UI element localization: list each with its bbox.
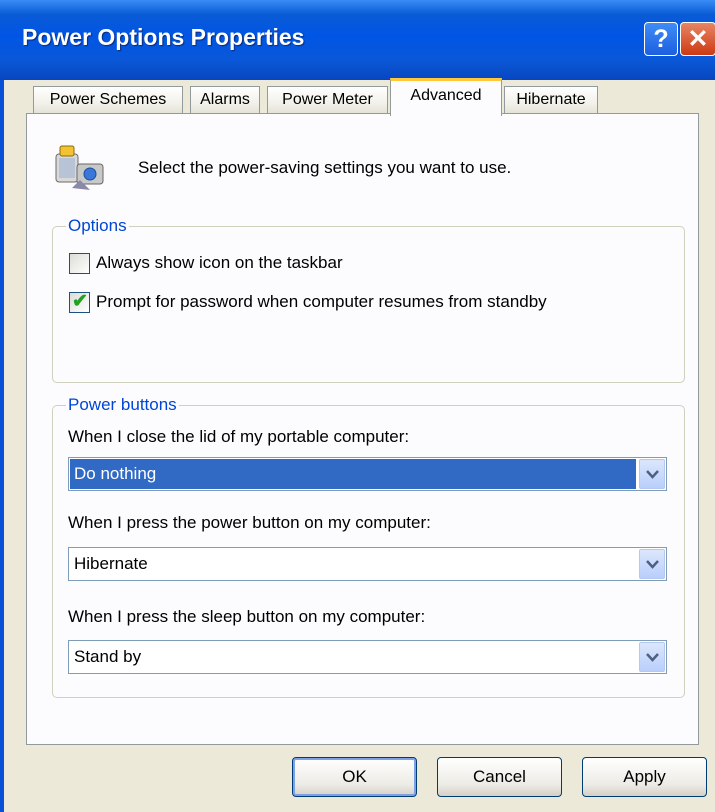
lid-action-dropdown[interactable]: Do nothing [68,457,667,491]
tab-advanced[interactable]: Advanced [390,78,502,116]
sleep-button-action-label: When I press the sleep button on my comp… [68,607,426,626]
options-group-label: Options [66,216,129,236]
title-bar[interactable]: Power Options Properties ? ✕ [0,0,715,80]
power-options-window: Power Options Properties ? ✕ Power Schem… [0,0,715,812]
checkmark-icon: ✔ [72,291,88,312]
sleep-button-action-value: Stand by [74,647,142,666]
ok-button[interactable]: OK [292,757,417,797]
window-title: Power Options Properties [22,24,305,50]
lid-action-value: Do nothing [70,459,636,489]
lid-action-label: When I close the lid of my portable comp… [68,427,410,446]
close-icon: ✕ [687,25,709,53]
chevron-down-icon[interactable] [639,642,665,672]
prompt-password-label[interactable]: Prompt for password when computer resume… [96,292,547,312]
prompt-password-checkbox[interactable]: ✔ [69,291,90,313]
cancel-button[interactable]: Cancel [437,757,562,797]
help-icon: ? [653,25,669,53]
help-button[interactable]: ? [644,22,678,56]
tab-power-schemes[interactable]: Power Schemes [33,86,183,114]
close-button[interactable]: ✕ [680,22,715,56]
chevron-down-icon[interactable] [639,549,665,579]
tab-power-meter[interactable]: Power Meter [267,86,388,114]
sleep-button-action-dropdown[interactable]: Stand by [68,640,667,674]
power-buttons-group-label: Power buttons [66,395,179,415]
apply-button[interactable]: Apply [582,757,707,797]
window-frame [0,80,4,812]
power-options-icon [50,140,112,196]
power-button-action-label: When I press the power button on my comp… [68,513,431,532]
power-button-action-dropdown[interactable]: Hibernate [68,547,667,581]
header-description: Select the power-saving settings you wan… [138,158,512,177]
chevron-down-icon[interactable] [639,459,665,489]
tab-hibernate[interactable]: Hibernate [504,86,598,114]
tab-alarms[interactable]: Alarms [190,86,260,114]
always-show-icon-label[interactable]: Always show icon on the taskbar [96,253,343,273]
always-show-icon-checkbox[interactable] [69,253,90,274]
power-button-action-value: Hibernate [74,554,148,573]
